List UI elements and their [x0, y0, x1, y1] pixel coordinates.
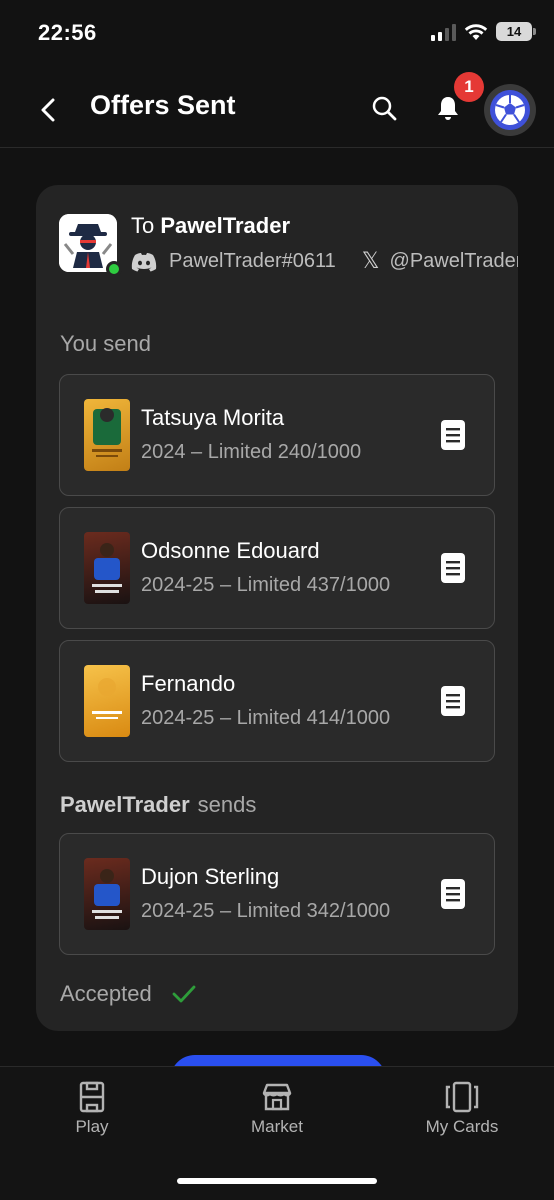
document-icon	[441, 879, 465, 909]
document-icon	[441, 420, 465, 450]
player-name: Tatsuya Morita	[141, 405, 285, 430]
nav-play-label: Play	[75, 1117, 109, 1136]
offered-card-item[interactable]: Fernando 2024-25 – Limited 414/1000	[59, 640, 495, 762]
nav-market-label: Market	[251, 1117, 303, 1136]
card-details: 2024-25 – Limited 437/1000	[141, 574, 391, 596]
player-card-thumbnail	[84, 399, 130, 471]
discord-handle[interactable]: PawelTrader#0611	[169, 250, 336, 273]
online-status-dot	[106, 261, 122, 277]
received-card-item[interactable]: Dujon Sterling 2024-25 – Limited 342/100…	[59, 833, 495, 955]
player-name: Odsonne Edouard	[141, 538, 320, 563]
status-text: Accepted	[60, 981, 152, 1006]
card-details-button[interactable]	[441, 686, 465, 716]
card-details: 2024-25 – Limited 342/1000	[141, 900, 391, 922]
status-time: 22:56	[38, 20, 97, 45]
offer-status: Accepted	[60, 981, 196, 1007]
recipient-line: To PawelTrader	[131, 213, 290, 239]
page-title: Offers Sent	[90, 90, 236, 120]
player-card-thumbnail	[84, 665, 130, 737]
status-bar: 22:56 14	[0, 0, 554, 64]
soccer-ball-icon	[490, 90, 530, 130]
wifi-icon	[464, 23, 488, 40]
offer-card: To PawelTrader PawelTrader#0611 𝕏 @Pawel…	[36, 185, 518, 1031]
app-header: Offers Sent 1	[0, 72, 554, 148]
you-send-label: You send	[60, 331, 151, 356]
recipient-name[interactable]: PawelTrader	[160, 213, 290, 238]
cards-icon	[445, 1081, 479, 1113]
pitch-icon	[79, 1081, 105, 1113]
profile-avatar-button[interactable]	[484, 84, 536, 136]
player-card-thumbnail	[84, 532, 130, 604]
nav-market[interactable]: Market	[217, 1081, 337, 1137]
card-details-button[interactable]	[441, 420, 465, 450]
nav-my-cards-label: My Cards	[425, 1117, 499, 1136]
checkmark-icon	[172, 985, 196, 1003]
offered-card-item[interactable]: Odsonne Edouard 2024-25 – Limited 437/10…	[59, 507, 495, 629]
card-details: 2024 – Limited 240/1000	[141, 441, 362, 463]
search-icon	[372, 96, 397, 121]
discord-icon	[131, 252, 157, 272]
player-name: Fernando	[141, 671, 236, 696]
x-handle[interactable]: @PawelTrader_	[390, 250, 518, 273]
card-details: 2024-25 – Limited 414/1000	[141, 707, 391, 729]
back-button[interactable]	[30, 92, 66, 128]
battery-icon: 14	[496, 22, 536, 41]
chevron-left-icon	[41, 98, 55, 122]
home-indicator[interactable]	[177, 1178, 377, 1184]
nav-play[interactable]: Play	[32, 1081, 152, 1137]
sender-name: PawelTrader	[60, 792, 190, 817]
battery-level: 14	[506, 24, 522, 39]
to-prefix: To	[131, 213, 155, 238]
status-indicators: 14	[431, 22, 536, 41]
search-button[interactable]	[366, 90, 402, 126]
nav-my-cards[interactable]: My Cards	[402, 1081, 522, 1137]
sends-suffix: sends	[197, 792, 257, 817]
player-card-thumbnail	[84, 858, 130, 930]
document-icon	[441, 553, 465, 583]
recipient-socials: PawelTrader#0611 𝕏 @PawelTrader_	[131, 249, 518, 274]
document-icon	[441, 686, 465, 716]
storefront-icon	[262, 1083, 292, 1111]
card-details-button[interactable]	[441, 879, 465, 909]
x-logo-icon: 𝕏	[361, 249, 380, 274]
offered-card-item[interactable]: Tatsuya Morita 2024 – Limited 240/1000	[59, 374, 495, 496]
cellular-signal-icon	[431, 23, 456, 41]
notification-badge: 1	[454, 72, 484, 102]
they-send-label: PawelTrader sends	[60, 792, 256, 818]
player-name: Dujon Sterling	[141, 864, 280, 889]
card-details-button[interactable]	[441, 553, 465, 583]
bell-icon	[438, 97, 458, 120]
